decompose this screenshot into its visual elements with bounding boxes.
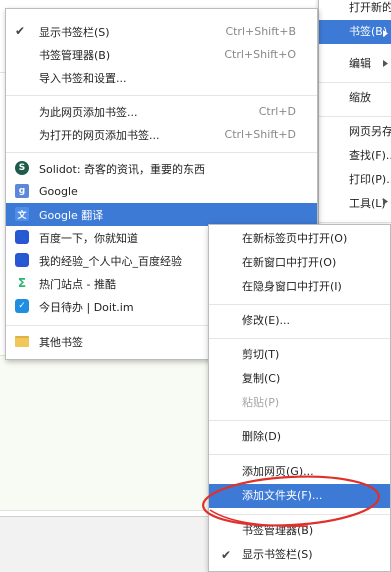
menu-item-label: 查找(F)...: [349, 149, 391, 162]
menu-item-label: 添加网页(G)...: [242, 465, 314, 478]
submenu-arrow-icon: [383, 198, 388, 205]
bookmark-item-google-translate[interactable]: 文 Google 翻译: [6, 203, 317, 226]
menu-item-label: 在新标签页中打开(O): [242, 232, 348, 245]
menu-item-zoom[interactable]: 缩放: [319, 86, 391, 110]
menu-separator: [319, 82, 391, 83]
menu-item-label: 显示书签栏(S): [242, 548, 313, 561]
menu-item-label: 复制(C): [242, 372, 281, 385]
menu-item-label: 书签管理器(B): [39, 48, 111, 62]
menu-item-label: 剪切(T): [242, 348, 280, 361]
ctx-bookmark-manager[interactable]: 书签管理器(B): [209, 519, 390, 543]
checkmark-icon: ✔: [15, 24, 26, 38]
shortcut-label: Ctrl+Shift+D: [224, 128, 296, 141]
doit-icon: ✓: [15, 299, 29, 313]
ctx-add-folder[interactable]: 添加文件夹(F)...: [209, 484, 390, 508]
menu-item-open-new[interactable]: 打开新的: [319, 0, 391, 20]
shortcut-label: Ctrl+Shift+O: [224, 48, 296, 61]
bookmark-item-google[interactable]: g Google: [6, 180, 317, 203]
menu-item-label: 修改(E)...: [242, 314, 291, 327]
bookmark-label: 热门站点 - 推酷: [39, 277, 116, 291]
menu-item-bookmark-manager[interactable]: 书签管理器(B) Ctrl+Shift+O: [6, 43, 317, 66]
google-icon: g: [15, 184, 29, 198]
menu-separator: [319, 116, 391, 117]
menu-item-import-bookmarks[interactable]: 导入书签和设置...: [6, 66, 317, 89]
menu-separator: [6, 152, 317, 153]
ctx-show-bookmarks-bar[interactable]: ✔ 显示书签栏(S): [209, 543, 390, 567]
menu-item-label: 显示书签栏(S): [39, 25, 110, 39]
menu-item-bookmark-this-page[interactable]: 为此网页添加书签... Ctrl+D: [6, 100, 317, 123]
bookmark-label: Google 翻译: [39, 208, 104, 222]
menu-item-label: 删除(D): [242, 430, 282, 443]
menu-separator: [209, 420, 390, 421]
menu-separator: [209, 514, 390, 515]
ctx-delete[interactable]: 删除(D): [209, 425, 390, 449]
ctx-paste[interactable]: 粘贴(P): [209, 391, 390, 415]
ctx-copy[interactable]: 复制(C): [209, 367, 390, 391]
tuicool-icon: ⵉ: [15, 276, 29, 290]
menu-item-label: 打开新的: [349, 1, 391, 14]
folder-icon: [15, 336, 29, 347]
menu-item-bookmark-open-pages[interactable]: 为打开的网页添加书签... Ctrl+Shift+D: [6, 123, 317, 146]
menu-item-label: 打印(P)...: [349, 173, 391, 186]
submenu-arrow-icon: [383, 30, 388, 37]
ctx-cut[interactable]: 剪切(T): [209, 343, 390, 367]
bookmark-label: Solidot: 奇客的资讯，重要的东西: [39, 162, 206, 176]
bookmark-label: Google: [39, 185, 78, 198]
checkmark-icon: ✔: [221, 548, 232, 562]
shortcut-label: Ctrl+Shift+B: [225, 25, 296, 38]
menu-item-label: 在新窗口中打开(O): [242, 256, 337, 269]
menu-item-label: 导入书签和设置...: [39, 71, 127, 85]
menu-item-find[interactable]: 查找(F)...: [319, 144, 391, 168]
menu-item-print[interactable]: 打印(P)...: [319, 168, 391, 192]
menu-separator: [319, 222, 391, 223]
submenu-arrow-icon: [383, 60, 388, 67]
menu-item-label: 编辑: [349, 57, 371, 70]
folder-label: 其他书签: [39, 335, 83, 349]
menu-item-label: 添加文件夹(F)...: [242, 489, 323, 502]
bookmark-label: 我的经验_个人中心_百度经验: [39, 254, 182, 268]
baidu-icon: 🐾: [15, 253, 29, 267]
menu-item-label: 为此网页添加书签...: [39, 105, 138, 119]
menu-item-label: 粘贴(P): [242, 396, 280, 409]
menu-item-label: 为打开的网页添加书签...: [39, 128, 160, 142]
solidot-icon: S: [15, 161, 29, 175]
menu-item-label: 书签管理器(B): [242, 524, 314, 537]
menu-separator: [209, 454, 390, 455]
bookmark-item-solidot[interactable]: S Solidot: 奇客的资讯，重要的东西: [6, 157, 317, 180]
menu-item-label: 网页另存: [349, 125, 391, 138]
shortcut-label: Ctrl+D: [258, 105, 296, 118]
menu-separator: [6, 95, 317, 96]
bookmark-label: 百度一下，你就知道: [39, 231, 138, 245]
ctx-open-new-window[interactable]: 在新窗口中打开(O): [209, 251, 390, 275]
menu-separator: [209, 338, 390, 339]
google-translate-icon: 文: [15, 207, 29, 221]
ctx-add-page[interactable]: 添加网页(G)...: [209, 460, 390, 484]
baidu-icon: 🐾: [15, 230, 29, 244]
bookmark-context-menu: 在新标签页中打开(O) 在新窗口中打开(O) 在隐身窗口中打开(I) 修改(E)…: [208, 224, 391, 572]
bookmark-label: 今日待办 | Doit.im: [39, 300, 134, 314]
menu-item-save-page[interactable]: 网页另存: [319, 120, 391, 144]
menu-item-label: 缩放: [349, 91, 371, 104]
menu-item-show-bookmarks-bar[interactable]: ✔ 显示书签栏(S) Ctrl+Shift+B: [6, 20, 317, 43]
ctx-open-new-tab[interactable]: 在新标签页中打开(O): [209, 227, 390, 251]
ctx-edit[interactable]: 修改(E)...: [209, 309, 390, 333]
